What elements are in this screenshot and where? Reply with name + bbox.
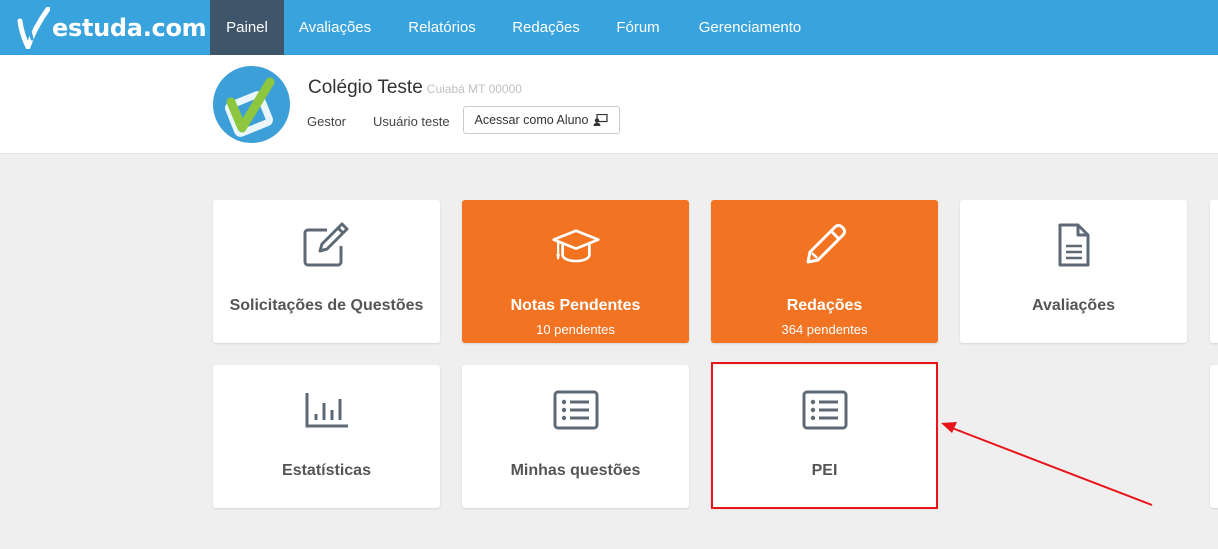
card-solicitacoes-de-questoes[interactable]: Solicitações de Questões <box>213 200 440 343</box>
nav-relatorios[interactable]: Relatórios <box>398 0 486 55</box>
access-as-student-label: Acessar como Aluno <box>474 113 589 127</box>
graduation-cap-icon <box>551 222 601 268</box>
logo-check-icon <box>17 7 50 49</box>
list-icon <box>551 387 601 433</box>
nav-painel[interactable]: Painel <box>210 0 284 55</box>
card-title: Minhas questões <box>510 462 641 479</box>
edit-icon <box>302 222 352 268</box>
school-name-line: Colégio Teste Cuiabá MT 00000 <box>308 77 522 99</box>
card-notas-pendentes[interactable]: Notas Pendentes 10 pendentes <box>462 200 689 343</box>
nav-forum[interactable]: Fórum <box>606 0 670 55</box>
access-as-student-button[interactable]: Acessar como Aluno <box>463 106 620 134</box>
school-location: Cuiabá MT 00000 <box>426 82 522 96</box>
card-title: Avaliações <box>1031 297 1115 314</box>
card-subtitle: 10 pendentes <box>536 322 615 337</box>
card-pei[interactable]: PEI <box>711 365 938 508</box>
logo[interactable]: estuda.com <box>16 6 207 50</box>
card-title: PEI <box>811 462 838 479</box>
nav-gerenciamento[interactable]: Gerenciamento <box>688 0 812 55</box>
school-header: Colégio Teste Cuiabá MT 00000 Gestor Usuá… <box>0 55 1218 154</box>
card-title: Solicitações de Questões <box>229 297 424 314</box>
user-switch-icon <box>593 114 609 126</box>
pencil-icon <box>800 222 850 268</box>
card-offscreen[interactable] <box>1210 365 1218 508</box>
card-redacoes[interactable]: Redações 364 pendentes <box>711 200 938 343</box>
card-minhas-questoes[interactable]: Minhas questões <box>462 365 689 508</box>
card-offscreen[interactable] <box>1210 200 1218 343</box>
top-navbar: estuda.com Painel Avaliações Relatórios … <box>0 0 1218 55</box>
user-role: Gestor <box>307 114 347 129</box>
card-avaliacoes[interactable]: Avaliações <box>960 200 1187 343</box>
card-subtitle: 364 pendentes <box>781 322 868 337</box>
school-logo-icon <box>225 77 275 137</box>
card-title: Redações <box>786 297 863 314</box>
school-name: Colégio Teste <box>308 77 423 98</box>
logo-text: estuda.com <box>52 14 207 42</box>
card-estatisticas[interactable]: Estatísticas <box>213 365 440 508</box>
card-title: Estatísticas <box>282 462 371 479</box>
nav-avaliacoes[interactable]: Avaliações <box>290 0 380 55</box>
document-icon <box>1049 222 1099 268</box>
bar-chart-icon <box>302 387 352 433</box>
school-avatar <box>213 66 290 143</box>
list-icon <box>800 387 850 433</box>
card-title: Notas Pendentes <box>510 297 641 314</box>
nav-redacoes[interactable]: Redações <box>503 0 589 55</box>
user-name: Usuário teste <box>373 114 450 129</box>
